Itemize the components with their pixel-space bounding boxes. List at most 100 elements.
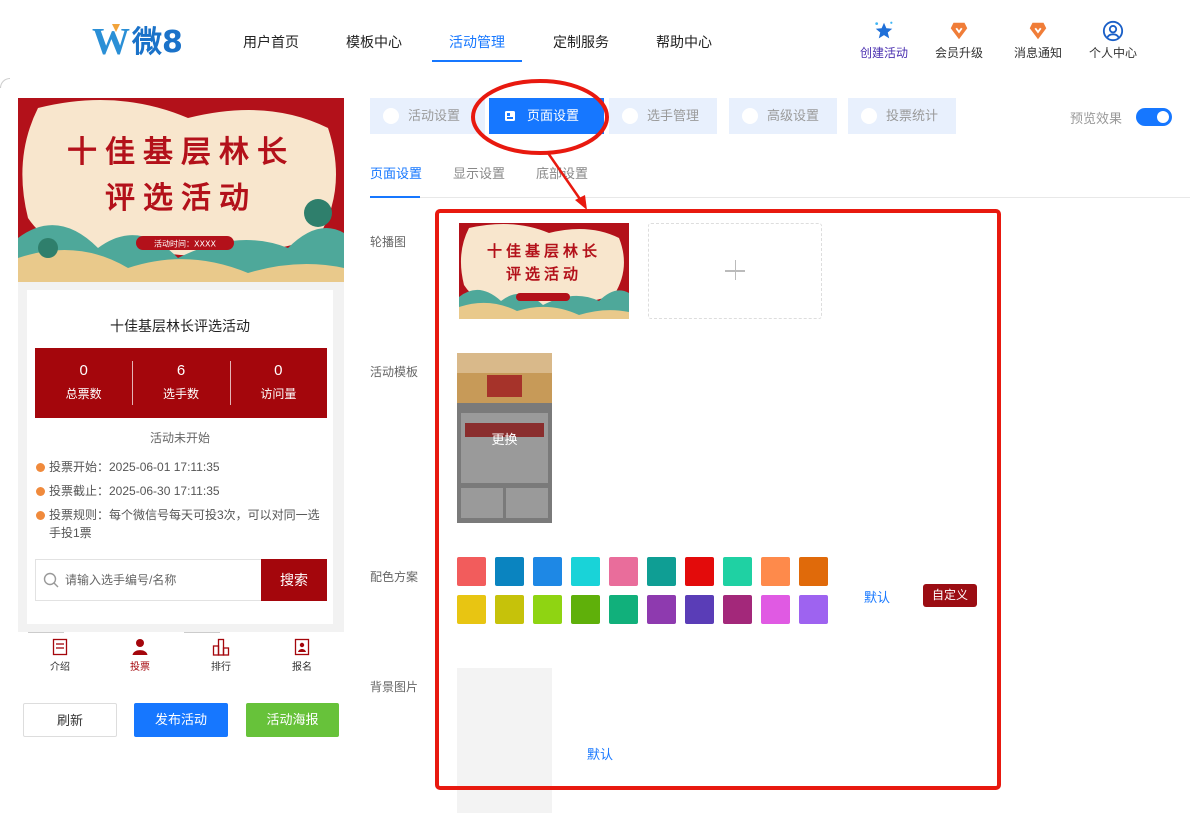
color-custom-button[interactable]: 自定义 [923,584,977,607]
carousel-image[interactable]: 十佳基层林长 评选活动 [459,223,629,319]
color-swatch[interactable] [761,595,790,624]
tab-vote-statistics[interactable]: 投票统计 [848,98,956,134]
preview-toggle[interactable] [1136,108,1172,126]
color-swatch[interactable] [495,595,524,624]
tab-label: 投票 [130,662,150,673]
stat-contestants: 6 选手数 [132,348,229,418]
subtab-footer-settings[interactable]: 底部设置 [536,163,588,182]
subtab-page-settings[interactable]: 页面设置 [370,163,422,182]
tab-advanced-settings[interactable]: 高级设置 [729,98,837,134]
tab-divider [184,632,220,635]
contestant-search: 搜索 [35,559,327,601]
tab-vote[interactable]: 投票 [110,638,170,673]
search-button[interactable]: 搜索 [261,559,327,601]
svg-text:活动时间：XXXX: 活动时间：XXXX [154,239,216,249]
color-swatch[interactable] [533,557,562,586]
nav-custom-service[interactable]: 定制服务 [553,32,609,52]
vote-person-icon [132,639,148,655]
background-default-button[interactable]: 默认 [587,744,613,763]
refresh-button[interactable]: 刷新 [23,703,117,737]
vote-end-info: 投票截止：2025-06-30 17:11:35 [36,482,220,500]
search-input[interactable] [36,560,261,600]
color-swatch[interactable] [571,557,600,586]
color-default-button[interactable]: 默认 [864,587,890,606]
preview-toggle-label: 预览效果 [1070,111,1123,126]
vote-end-text: 投票截止：2025-06-30 17:11:35 [49,484,220,498]
activity-poster-button[interactable]: 活动海报 [246,703,339,737]
member-upgrade-button[interactable]: 会员升级 [924,20,994,61]
tab-label: 报名 [292,662,312,673]
svg-text:评选活动: 评选活动 [506,265,582,283]
signup-icon [294,638,310,656]
message-notification-label: 消息通知 [1013,46,1062,60]
nav-help-center[interactable]: 帮助中心 [656,32,712,52]
color-swatch[interactable] [457,557,486,586]
user-icon [622,108,638,124]
ranking-icon [212,638,230,656]
color-swatch[interactable] [609,595,638,624]
mobile-preview: 十佳基层林长 评选活动 活动时间：XXXX 十佳基层林长评选活动 0 总票数 6… [18,98,344,638]
stats-bar: 0 总票数 6 选手数 0 访问量 [35,348,327,418]
color-swatch[interactable] [533,595,562,624]
color-swatch[interactable] [647,557,676,586]
stat-total-votes: 0 总票数 [35,348,132,418]
tab-ranking[interactable]: 排行 [191,638,251,673]
stat-visits: 0 访问量 [229,348,327,418]
top-navigation: W 微8 用户首页 模板中心 活动管理 定制服务 帮助中心 创建活动 会员升级 … [0,0,1200,80]
personal-center-button[interactable]: 个人中心 [1078,20,1148,61]
color-scheme-label: 配色方案 [370,570,419,584]
color-swatch[interactable] [495,557,524,586]
color-swatch[interactable] [457,595,486,624]
color-swatch[interactable] [761,557,790,586]
preview-tabbar: 介绍 投票 排行 报名 [18,632,344,676]
vote-rule-text: 投票规则：每个微信号每天可投3次，可以对同一选手投1票 [49,508,320,540]
color-swatch[interactable] [647,595,676,624]
subtab-divider [370,197,1190,198]
activity-card: 十佳基层林长评选活动 0 总票数 6 选手数 0 访问量 活动未开始 投票开始：… [27,290,333,624]
vote-rule-info: 投票规则：每个微信号每天可投3次，可以对同一选手投1票 [36,506,326,542]
nav-active-underline [432,60,522,62]
shield-icon [383,108,399,124]
carousel-label: 轮播图 [370,235,407,249]
message-notification-button[interactable]: 消息通知 [1003,20,1073,61]
tab-contestant-management[interactable]: 选手管理 [609,98,717,134]
create-activity-button[interactable]: 创建活动 [849,20,919,61]
nav-home[interactable]: 用户首页 [243,32,299,52]
stat-value: 0 [274,362,283,379]
stat-label: 选手数 [162,387,199,401]
vip-badge-icon [950,22,968,40]
vote-start-text: 投票开始：2025-06-01 17:11:35 [49,460,220,474]
color-swatch[interactable] [609,557,638,586]
subtab-display-settings[interactable]: 显示设置 [453,163,505,182]
background-image-label: 背景图片 [370,680,419,694]
stat-label: 访问量 [260,387,297,401]
tab-label: 选手管理 [647,108,700,123]
color-swatch[interactable] [799,595,828,624]
template-thumbnail[interactable]: 更换 [457,353,552,523]
subtab-active-underline [370,196,420,198]
tab-label: 介绍 [50,662,70,673]
nav-activity-management[interactable]: 活动管理 [449,32,505,52]
layout-icon [505,111,515,121]
change-template-button[interactable]: 更换 [457,429,552,448]
color-swatch[interactable] [723,557,752,586]
color-swatch[interactable] [685,557,714,586]
color-swatch[interactable] [571,595,600,624]
tab-intro[interactable]: 介绍 [30,638,90,673]
publish-activity-button[interactable]: 发布活动 [134,703,228,737]
carousel-upload-button[interactable] [648,223,822,319]
color-swatch[interactable] [723,595,752,624]
color-swatch[interactable] [685,595,714,624]
color-swatch[interactable] [799,557,828,586]
stat-label: 总票数 [65,387,102,401]
svg-text:评选活动: 评选活动 [105,181,257,216]
user-circle-icon [1102,20,1124,42]
logo[interactable]: W 微8 [92,20,192,63]
tab-page-settings[interactable]: 页面设置 [489,98,604,134]
tab-signup[interactable]: 报名 [272,638,332,673]
clock-icon [36,463,45,472]
background-image-upload[interactable] [457,668,552,813]
nav-templates[interactable]: 模板中心 [346,32,402,52]
svg-text:十佳基层林长: 十佳基层林长 [487,242,601,260]
tab-activity-settings[interactable]: 活动设置 [370,98,485,134]
